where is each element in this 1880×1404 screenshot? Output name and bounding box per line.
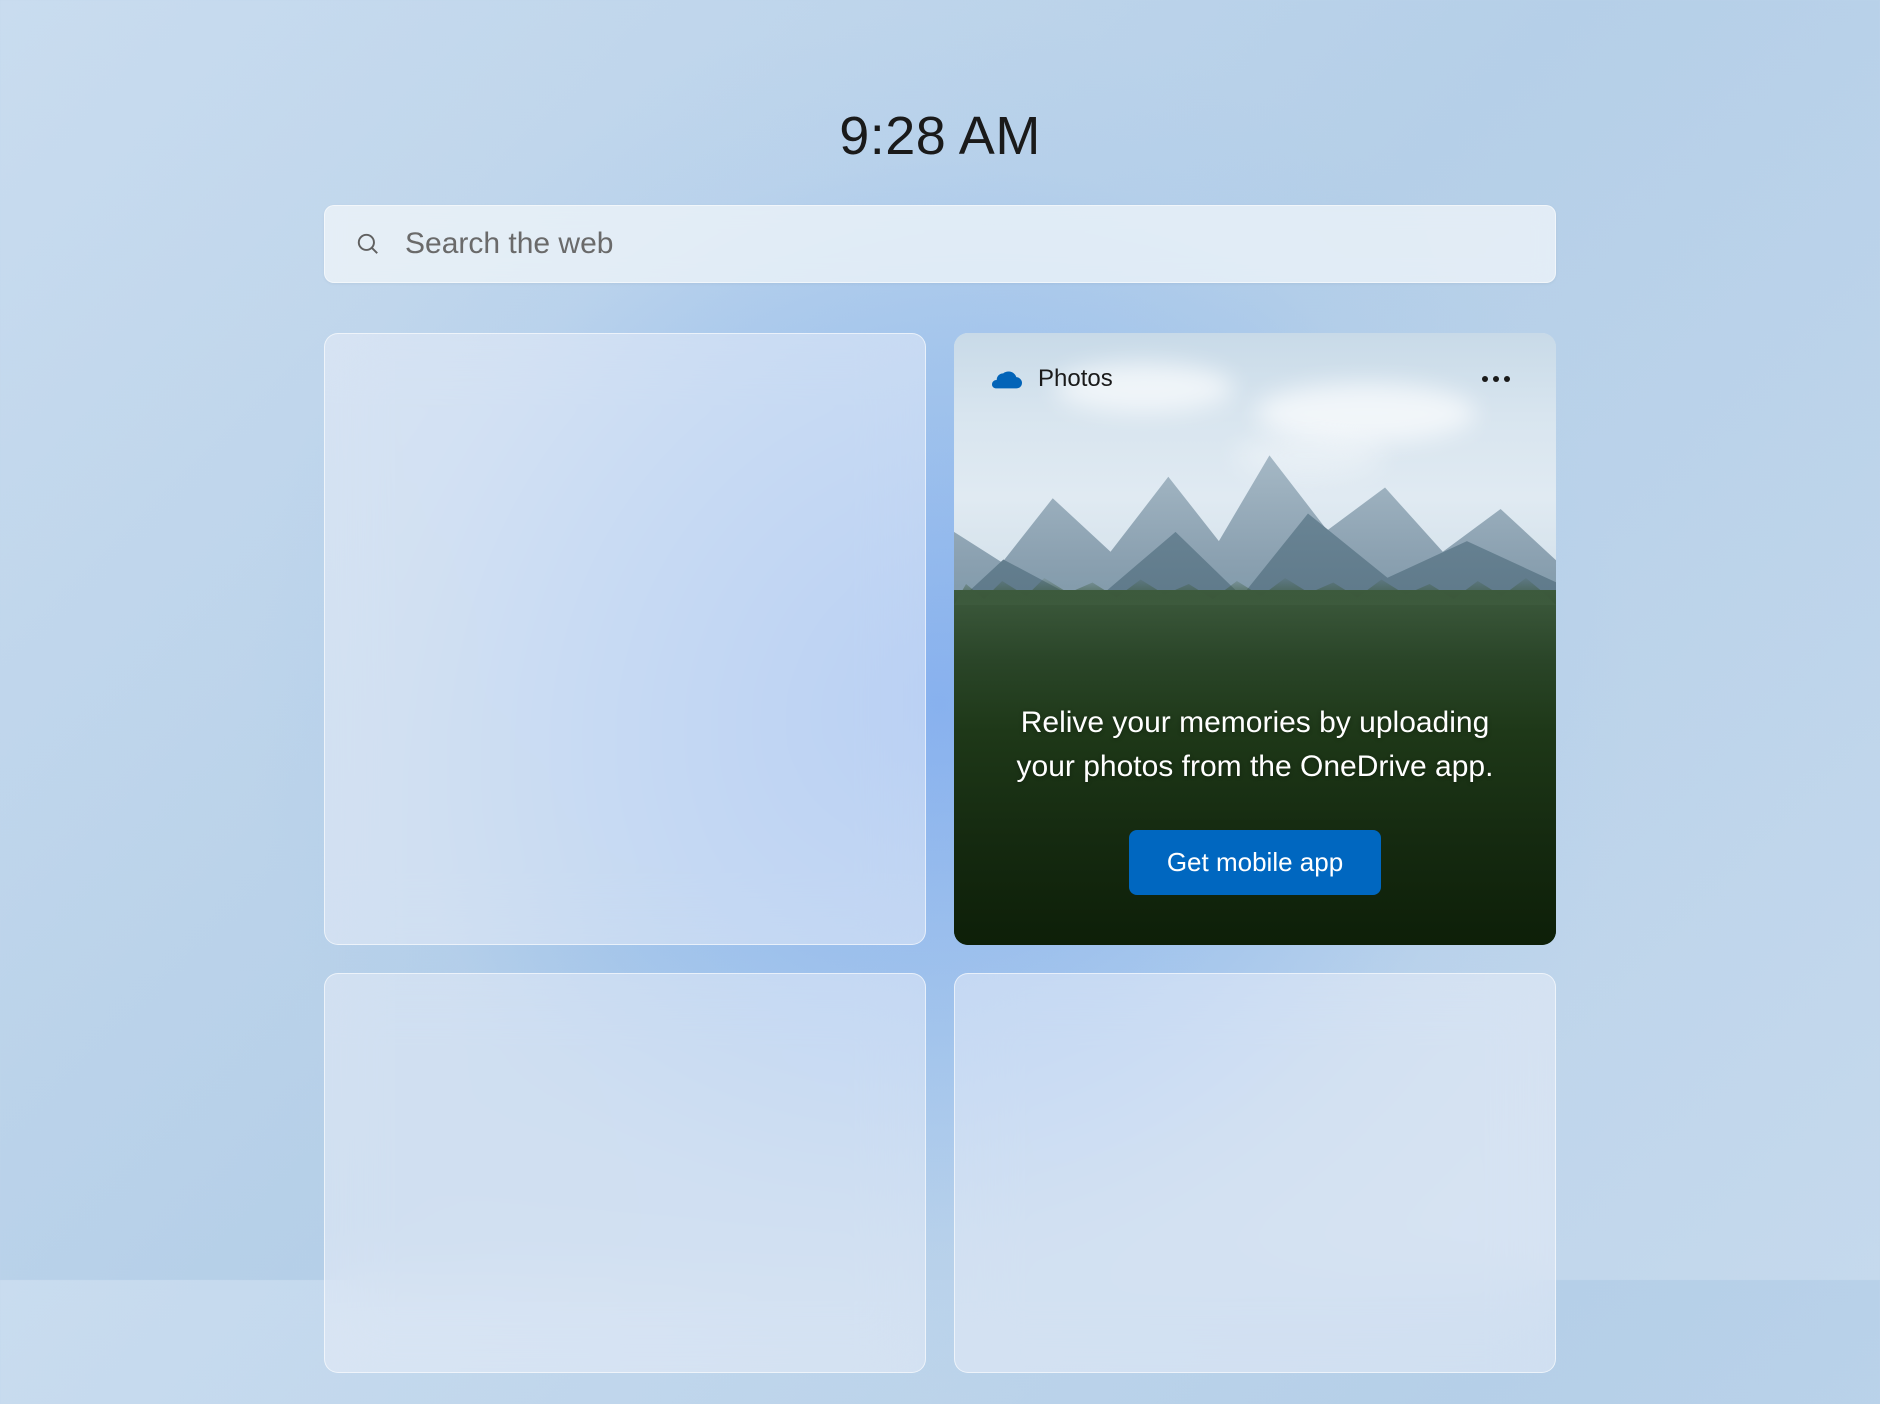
widget-placeholder-1[interactable]	[324, 333, 926, 945]
search-bar[interactable]	[324, 205, 1556, 283]
search-icon	[355, 231, 381, 257]
widget-message: Relive your memories by uploading your p…	[1004, 701, 1506, 788]
widget-title-group: Photos	[992, 365, 1113, 393]
widget-placeholder-2[interactable]	[324, 973, 926, 1373]
search-input[interactable]	[405, 227, 1525, 261]
clock-time: 9:28 AM	[839, 105, 1041, 167]
get-mobile-app-button[interactable]: Get mobile app	[1129, 830, 1381, 895]
widget-photos[interactable]: Photos Relive your memories by uploading…	[954, 333, 1556, 945]
widget-placeholder-3[interactable]	[954, 973, 1556, 1373]
widgets-grid: Photos Relive your memories by uploading…	[324, 333, 1556, 1373]
more-options-button[interactable]	[1474, 368, 1518, 390]
onedrive-icon	[992, 369, 1022, 389]
widget-content: Relive your memories by uploading your p…	[954, 701, 1556, 945]
widget-header: Photos	[954, 333, 1556, 425]
widget-title: Photos	[1038, 365, 1113, 393]
more-icon	[1482, 376, 1488, 382]
widgets-panel: 9:28 AM	[324, 0, 1556, 1373]
